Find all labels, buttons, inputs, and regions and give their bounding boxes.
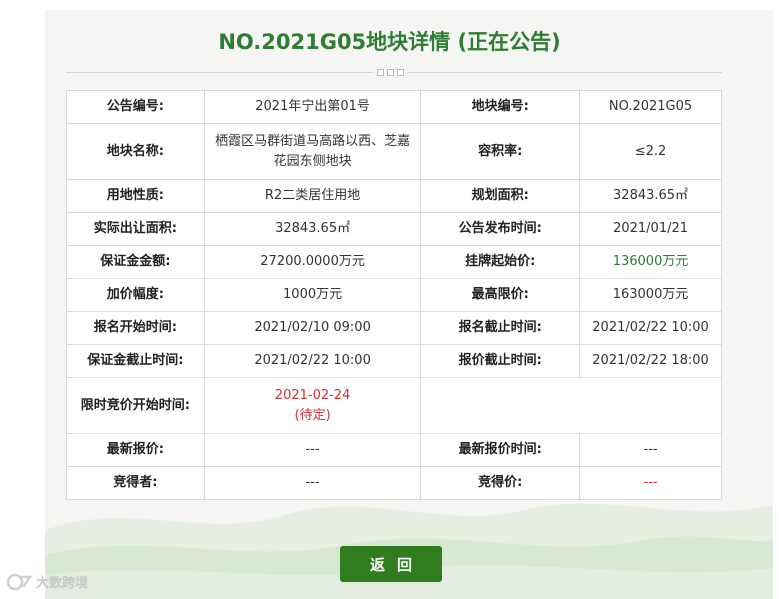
table-row: 公告编号: 2021年宁出第01号 地块编号: NO.2021G05 [66,90,722,124]
value-actual-area: 32843.65㎡ [203,212,422,246]
page-title: NO.2021G05地块详情 (正在公告) [218,30,561,54]
label-parcel-name: 地块名称: [66,123,205,180]
label-winner: 竞得者: [66,466,205,500]
value-land-use: R2二类居住用地 [203,179,422,213]
label-latest-quote: 最新报价: [66,433,205,467]
value-announcement-no: 2021年宁出第01号 [203,90,422,124]
label-plot-ratio: 容积率: [420,123,581,180]
table-row: 报名开始时间: 2021/02/10 09:00 报名截止时间: 2021/02… [66,311,722,345]
table-row: 实际出让面积: 32843.65㎡ 公告发布时间: 2021/01/21 [66,212,722,246]
label-max-price: 最高限价: [420,278,581,312]
value-signup-start: 2021/02/10 09:00 [203,311,422,345]
divider-ornament [373,67,407,77]
label-announcement-no: 公告编号: [66,90,205,124]
label-deposit-deadline: 保证金截止时间: [66,344,205,378]
auction-note: (待定) [294,407,331,423]
value-parcel-name: 栖霞区马群街道马高路以西、芝嘉花园东侧地块 [203,123,422,180]
empty-cell [420,377,722,434]
label-publish-date: 公告发布时间: [420,212,581,246]
parcel-info-table: 公告编号: 2021年宁出第01号 地块编号: NO.2021G05 地块名称:… [66,90,722,500]
value-deposit: 27200.0000万元 [203,245,422,279]
table-row: 地块名称: 栖霞区马群街道马高路以西、芝嘉花园东侧地块 容积率: ≤2.2 [66,123,722,180]
page: NO.2021G05地块详情 (正在公告) 公告编号: 2021年宁出第01号 … [0,0,779,599]
label-increment: 加价幅度: [66,278,205,312]
table-row: 最新报价: --- 最新报价时间: --- [66,433,722,467]
watermark-text: 大数跨境 [36,576,89,591]
auction-date: 2021-02-24 [274,387,351,403]
table-row: 保证金金额: 27200.0000万元 挂牌起始价: 136000万元 [66,245,722,279]
value-auction-start: 2021-02-24 (待定) [203,377,422,434]
value-publish-date: 2021/01/21 [579,212,722,246]
value-starting-price: 136000万元 [579,245,722,279]
value-latest-quote: --- [203,433,422,467]
value-winning-price: --- [579,466,722,500]
table-row: 保证金截止时间: 2021/02/22 10:00 报价截止时间: 2021/0… [66,344,722,378]
label-latest-quote-time: 最新报价时间: [420,433,581,467]
value-latest-quote-time: --- [579,433,722,467]
watermark: 大数跨境 [6,572,88,591]
table-row: 加价幅度: 1000万元 最高限价: 163000万元 [66,278,722,312]
value-signup-end: 2021/02/22 10:00 [579,311,722,345]
value-increment: 1000万元 [203,278,422,312]
table-row: 限时竞价开始时间: 2021-02-24 (待定) [66,377,722,434]
label-land-use: 用地性质: [66,179,205,213]
label-signup-end: 报名截止时间: [420,311,581,345]
value-winner: --- [203,466,422,500]
value-planned-area: 32843.65㎡ [579,179,722,213]
divider-square-icon [386,68,394,76]
label-deposit: 保证金金额: [66,245,205,279]
label-planned-area: 规划面积: [420,179,581,213]
divider-square-icon [396,68,404,76]
watermark-logo-icon [6,573,32,590]
label-auction-start: 限时竞价开始时间: [66,377,205,434]
value-max-price: 163000万元 [579,278,722,312]
label-winning-price: 竞得价: [420,466,581,500]
label-starting-price: 挂牌起始价: [420,245,581,279]
divider-square-icon [376,68,384,76]
label-parcel-no: 地块编号: [420,90,581,124]
value-parcel-no: NO.2021G05 [579,90,722,124]
label-actual-area: 实际出让面积: [66,212,205,246]
table-row: 竞得者: --- 竞得价: --- [66,466,722,500]
label-signup-start: 报名开始时间: [66,311,205,345]
back-button[interactable]: 返回 [340,546,442,582]
table-row: 用地性质: R2二类居住用地 规划面积: 32843.65㎡ [66,179,722,213]
label-quote-deadline: 报价截止时间: [420,344,581,378]
value-plot-ratio: ≤2.2 [579,123,722,180]
value-quote-deadline: 2021/02/22 18:00 [579,344,722,378]
value-deposit-deadline: 2021/02/22 10:00 [203,344,422,378]
